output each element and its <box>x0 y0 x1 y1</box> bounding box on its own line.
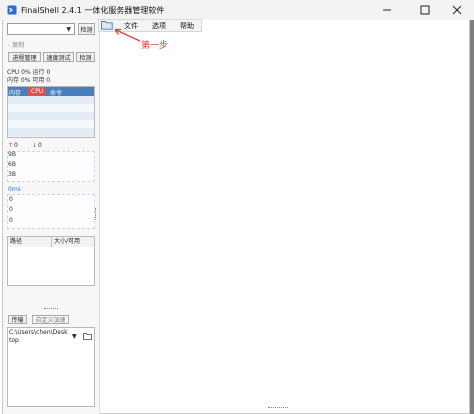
copy-label[interactable]: - 复制 <box>8 40 24 49</box>
maximize-icon <box>420 5 430 15</box>
table-row[interactable] <box>8 104 94 112</box>
close-icon <box>452 5 462 15</box>
table-row[interactable] <box>8 128 94 136</box>
network-graph <box>7 151 95 182</box>
splitter-handle[interactable] <box>95 208 97 220</box>
annotation-arrow-icon <box>114 28 141 42</box>
ping-label: 0ms <box>8 186 21 193</box>
memory-status: 内存 0% 可用 0 <box>7 77 51 84</box>
table-row[interactable] <box>8 112 94 120</box>
bottom-splitter-handle[interactable] <box>268 407 288 409</box>
chevron-down-icon: ▼ <box>66 26 71 33</box>
annotation-step-one: 第一步 <box>141 41 169 51</box>
table-row[interactable] <box>8 120 94 128</box>
upload-speed: 0 <box>14 142 18 149</box>
session-select[interactable]: ▼ <box>7 23 75 35</box>
net-scale-mid: 6B <box>8 161 16 168</box>
ping-graph <box>7 194 95 229</box>
net-scale-low: 3B <box>8 171 16 178</box>
status-check-button[interactable]: 检测 <box>76 52 95 62</box>
check-button[interactable]: 检测 <box>78 23 95 35</box>
menu-help[interactable]: 帮助 <box>180 21 194 31</box>
ping-value: 0 <box>9 196 13 203</box>
minimize-icon <box>383 9 391 11</box>
menu-options[interactable]: 选项 <box>152 21 166 31</box>
chevron-down-icon[interactable]: ▼ <box>72 333 77 340</box>
download-arrow-icon: ↓ <box>32 142 38 149</box>
header-path[interactable]: 路径 <box>8 237 52 247</box>
net-scale-high: 9B <box>8 151 16 158</box>
finalshell-app-icon <box>7 5 17 15</box>
tab-transfer[interactable]: 传输 <box>8 315 27 324</box>
desktop-background-strip <box>470 20 474 414</box>
disk-table[interactable]: 路径 大小/可用 <box>7 236 95 286</box>
table-row[interactable] <box>8 96 94 104</box>
maximize-button[interactable] <box>408 0 442 20</box>
speed-test-button[interactable]: 速度测试 <box>43 52 74 62</box>
ping-value: 0 <box>9 206 13 213</box>
process-table[interactable]: 内存 CPU 命令 <box>7 86 95 138</box>
horizontal-splitter-handle[interactable] <box>44 308 58 310</box>
ping-value: 0 <box>9 217 13 224</box>
header-cpu[interactable]: CPU <box>31 88 43 95</box>
process-manager-button[interactable]: 进程管理 <box>8 52 41 62</box>
close-button[interactable] <box>440 0 474 20</box>
download-speed: 0 <box>38 142 42 149</box>
upload-arrow-icon: ↑ <box>8 142 14 149</box>
local-path[interactable]: C:\Users\chen\Desktop <box>9 329 69 345</box>
window-title: FinalShell 2.4.1 一体化服务器管理软件 <box>21 6 165 15</box>
tab-custom-acceleration[interactable]: 自定义加速 <box>32 315 69 324</box>
minimize-button[interactable] <box>370 0 404 20</box>
header-size-available[interactable]: 大小/可用 <box>52 237 94 247</box>
folder-icon[interactable] <box>83 332 92 340</box>
